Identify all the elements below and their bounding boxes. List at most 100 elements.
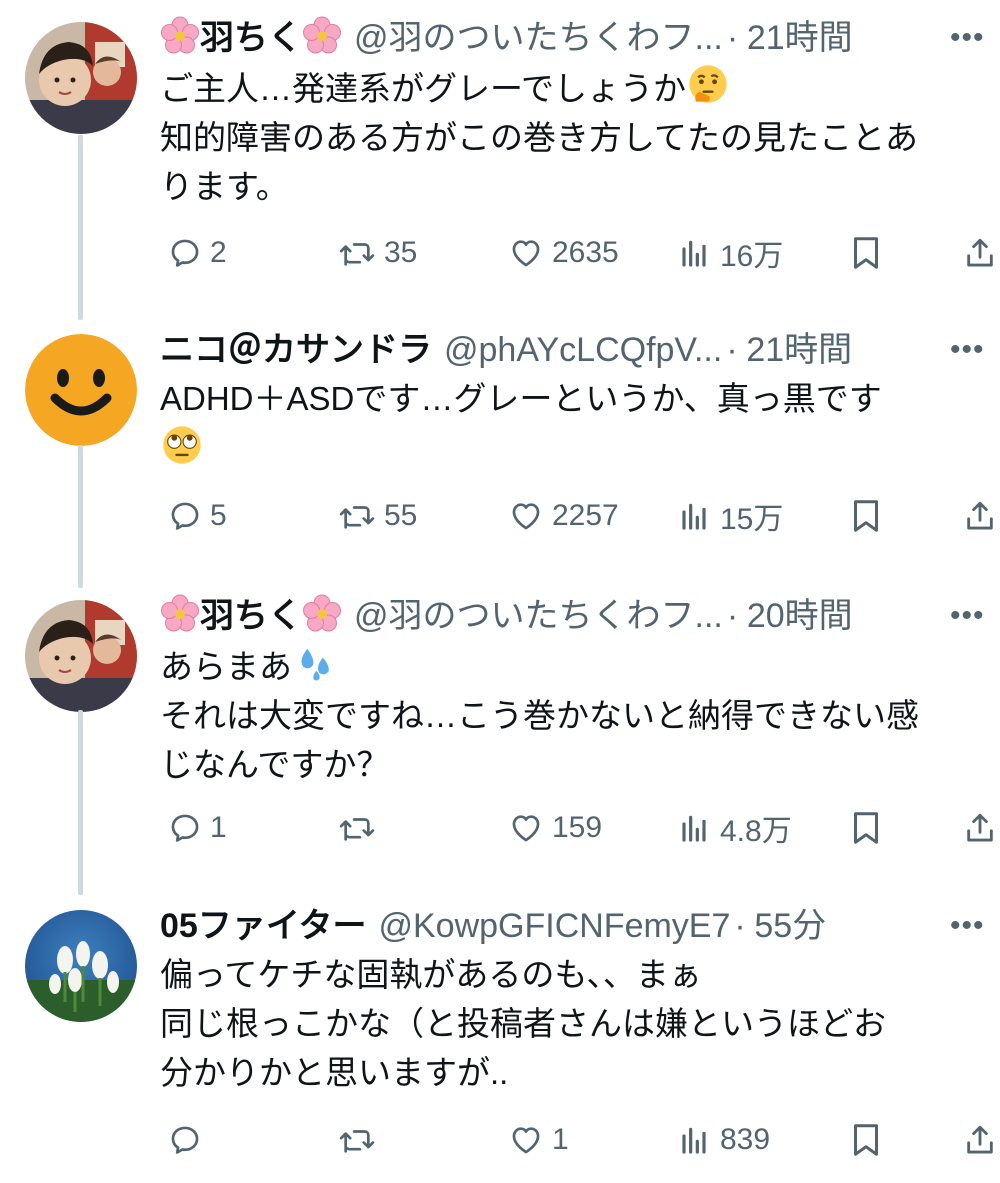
separator-dot: · — [726, 19, 739, 57]
tweet-text-content: ります。 — [160, 168, 289, 205]
tweet-text-content: 分かりかと思いますが.. — [160, 1054, 509, 1091]
user-handle[interactable]: @羽のついたちくわフ... — [354, 588, 723, 644]
user-handle[interactable]: @phAYcLCQfpV... — [444, 322, 722, 378]
like-button[interactable]: 159 — [500, 805, 602, 851]
views-button[interactable]: 16万 — [672, 230, 783, 276]
tweet-text-line: 分かりかと思いますが.. — [160, 1048, 980, 1097]
tweet-text-line: ご主人…発達系がグレーでしょうか — [160, 62, 980, 113]
avatar[interactable] — [25, 600, 137, 712]
like-button[interactable]: 2257 — [500, 493, 619, 539]
retweet-icon — [338, 1123, 376, 1157]
bookmark-icon — [851, 235, 881, 271]
reply-thread: 羽ちく @羽のついたちくわフ... · 21時間 ••• ご主人…発達系がグレーでしょうか… — [0, 0, 1000, 1183]
reply-button[interactable]: 2 — [160, 230, 227, 276]
like-button[interactable]: 1 — [500, 1117, 569, 1163]
thread-connector-line — [78, 710, 83, 895]
display-name[interactable]: ニコ＠カサンドラ — [160, 322, 432, 378]
bookmark-button[interactable] — [843, 1117, 881, 1163]
timestamp[interactable]: 21時間 — [746, 322, 852, 378]
separator-dot: · — [734, 907, 746, 945]
bar-chart-icon — [680, 499, 712, 533]
like-count: 1 — [552, 1123, 569, 1156]
heart-icon — [508, 499, 544, 533]
more-options-icon[interactable]: ••• — [950, 322, 985, 378]
tweet-text-content: ADHD＋ASDです…グレーというか、真っ黒です — [160, 380, 882, 417]
tweet[interactable]: 05ファイター @KowpGFICNFemyE7 · 55分 ••• 偏ってケチな固執があ… — [0, 898, 1000, 1167]
like-count: 2635 — [552, 236, 619, 269]
heart-icon — [508, 236, 544, 270]
reply-count: 1 — [210, 811, 227, 844]
bar-chart-icon — [680, 236, 712, 270]
share-icon — [963, 810, 997, 846]
tweet[interactable]: ニコ＠カサンドラ @phAYcLCQfpV... · 21時間 ••• ADHD＋ASDで… — [0, 322, 1000, 543]
tweet-actions: 1 839 — [0, 1117, 1000, 1163]
retweet-icon — [338, 236, 376, 270]
tweet-actions: 1 159 4.8万 — [0, 805, 1000, 851]
avatar[interactable] — [25, 334, 137, 446]
retweet-icon — [338, 811, 376, 845]
tweet-actions: 2 35 2635 16万 — [0, 230, 1000, 276]
tweet-text-line: じなんですか？ — [160, 740, 980, 789]
sweat-droplets-icon — [292, 648, 336, 685]
bar-chart-icon — [680, 811, 712, 845]
reply-count: 2 — [210, 236, 227, 269]
display-name[interactable]: 羽ちく — [160, 588, 342, 644]
cherry-blossom-icon — [302, 16, 342, 57]
views-button[interactable]: 4.8万 — [672, 805, 792, 851]
tweet-text-content: ご主人…発達系がグレーでしょうか — [160, 70, 687, 107]
bookmark-button[interactable] — [843, 493, 881, 539]
bookmark-button[interactable] — [843, 230, 881, 276]
tweet-text-line: ADHD＋ASDです…グレーというか、真っ黒です — [160, 374, 980, 423]
share-icon — [963, 1122, 997, 1158]
user-handle[interactable]: @KowpGFICNFemyE7 — [378, 898, 730, 954]
avatar[interactable] — [25, 22, 137, 134]
tweet-text: ADHD＋ASDです…グレーというか、真っ黒です — [160, 374, 980, 474]
tweet[interactable]: 羽ちく @羽のついたちくわフ... · 21時間 ••• ご主人…発達系がグレーでしょうか… — [0, 10, 1000, 280]
share-button[interactable] — [955, 1117, 997, 1163]
bookmark-icon — [851, 498, 881, 534]
display-name[interactable]: 05ファイター — [160, 898, 366, 954]
timestamp[interactable]: 55分 — [754, 898, 826, 954]
cherry-blossom-icon — [302, 594, 342, 635]
more-options-icon[interactable]: ••• — [950, 588, 985, 644]
thread-connector-line — [78, 135, 83, 320]
reply-count: 5 — [210, 499, 227, 532]
more-options-icon[interactable]: ••• — [950, 10, 985, 66]
tweet-header: 05ファイター @KowpGFICNFemyE7 · 55分 ••• — [160, 898, 984, 954]
heart-icon — [508, 1123, 544, 1157]
retweet-button[interactable] — [330, 1117, 384, 1163]
tweet-text: ご主人…発達系がグレーでしょうか 知的障害のある方がこの巻き方してたの見たことあり… — [160, 62, 980, 211]
bar-chart-icon — [680, 1123, 712, 1157]
retweet-button[interactable]: 55 — [330, 493, 417, 539]
retweet-button[interactable]: 35 — [330, 230, 417, 276]
separator-dot: · — [726, 597, 739, 635]
retweet-count: 35 — [384, 236, 418, 269]
user-handle[interactable]: @羽のついたちくわフ... — [354, 10, 723, 66]
share-icon — [963, 235, 997, 271]
timestamp[interactable]: 21時間 — [747, 10, 853, 66]
reply-icon — [168, 811, 202, 845]
bookmark-button[interactable] — [843, 805, 881, 851]
cherry-blossom-icon — [160, 16, 200, 57]
bookmark-icon — [851, 1122, 881, 1158]
reply-icon — [168, 499, 202, 533]
reply-button[interactable]: 1 — [160, 805, 227, 851]
retweet-button[interactable] — [330, 805, 384, 851]
avatar[interactable] — [25, 910, 137, 1022]
views-button[interactable]: 839 — [672, 1117, 770, 1163]
tweet-text-content: 偏ってケチな固執があるのも、、まぁ — [160, 956, 702, 993]
like-count: 2257 — [552, 499, 619, 532]
tweet-text-content: じなんですか？ — [160, 746, 390, 783]
reply-button[interactable] — [160, 1117, 210, 1163]
share-button[interactable] — [955, 493, 997, 539]
share-button[interactable] — [955, 230, 997, 276]
like-button[interactable]: 2635 — [500, 230, 619, 276]
timestamp[interactable]: 20時間 — [747, 588, 853, 644]
display-name[interactable]: 羽ちく — [160, 10, 342, 66]
tweet-text: あらまあ それは大変ですね…こう巻かないと納得できない感 じなんですか？ — [160, 640, 980, 789]
views-button[interactable]: 15万 — [672, 493, 783, 539]
share-button[interactable] — [955, 805, 997, 851]
more-options-icon[interactable]: ••• — [950, 898, 985, 954]
tweet[interactable]: 羽ちく @羽のついたちくわフ... · 20時間 ••• あらまあ それは大変ですね…こう巻… — [0, 588, 1000, 855]
reply-button[interactable]: 5 — [160, 493, 227, 539]
